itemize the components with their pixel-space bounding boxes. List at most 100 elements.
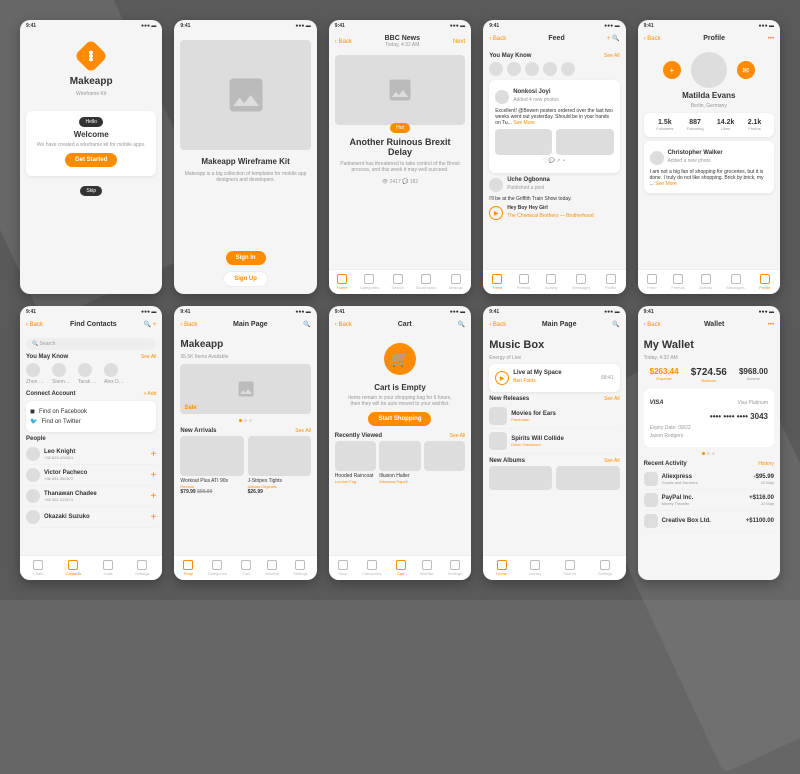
tab-bookmarks[interactable]: Bookmarks [416,274,436,290]
tab-profile[interactable]: Profile [605,274,616,290]
tab-activity[interactable]: Activity [545,274,558,290]
tab-settings[interactable]: Settings [448,560,462,576]
album-item[interactable]: Spirits Will CollideDevin Townsend [489,429,619,454]
tab-contacts[interactable]: Contacts [65,560,81,576]
tab-settings[interactable]: Settings [135,560,149,576]
screen-feed: 9:41●●● ▬ ‹ Back Feed + 🔍 You May KnowSe… [483,20,625,294]
contact-item[interactable]: Leo Knight+38 829-428501+ [26,444,156,465]
back-button[interactable]: ‹ Back [489,322,506,328]
article-source: BBC News [385,35,420,42]
tab-feed[interactable]: Feed [647,274,657,290]
next-button[interactable]: Next [453,39,465,45]
search-icon[interactable]: 🔍 [458,321,465,328]
twitter-connect[interactable]: 🐦 Find on Twitter [30,418,152,425]
see-all-link[interactable]: See All [604,396,620,402]
see-all-link[interactable]: See All [450,433,466,439]
product-card[interactable] [424,441,465,484]
tab-feed[interactable]: Feed [492,274,502,290]
tab-activity[interactable]: Activity [699,274,712,290]
add-contact-icon[interactable]: + [151,449,157,460]
see-all-link[interactable]: See All [141,354,157,360]
play-icon[interactable]: ▶ [489,206,503,220]
back-button[interactable]: ‹ Back [335,322,352,328]
tab-library[interactable]: Library [529,560,541,576]
post-text-2: I'll be at the Griffith Train Show today… [489,196,619,202]
back-button[interactable]: ‹ Back [644,322,661,328]
tab-search[interactable]: Search [563,560,576,576]
signin-button[interactable]: Sign In [226,251,266,265]
tab-categories[interactable]: Categories [362,560,381,576]
music-brand: Music Box [489,339,619,351]
product-card[interactable]: J-Stripes TightsAdidas Originals$26.99 [248,436,311,495]
transaction-item[interactable]: AliexpressGoods and Services-$95.9922 Ma… [644,469,774,490]
tab-friends[interactable]: Friends [671,274,684,290]
hero-banner[interactable]: Sale [180,364,310,414]
tab-wishlist[interactable]: Wishlist [420,560,434,576]
tab-friends[interactable]: Friends [517,274,530,290]
post-author[interactable]: Christopher Walker [668,150,723,156]
product-card[interactable]: Workout Plus ATI 90sReebok$79.99 $99.99 [180,436,243,495]
now-playing[interactable]: ▶ Live at My SpaceBen Folds 58:41 [489,364,619,392]
contact-item[interactable]: Victor Pacheco+38 831-560872+ [26,465,156,486]
tab-profile[interactable]: Profile [759,274,770,290]
search-icon[interactable]: 🔍 [303,321,310,328]
empty-desc: Items remain in your shopping bag for 6 … [343,395,457,407]
signup-button[interactable]: Sign Up [223,271,268,287]
see-more-link[interactable]: See More [655,181,677,187]
tab-shop[interactable]: Shop [338,560,348,576]
see-all-link[interactable]: See All [295,428,311,434]
post-author[interactable]: Nonkosi Joyi [513,89,559,95]
back-button[interactable]: ‹ Back [644,36,661,42]
message-button[interactable]: ✉ [737,61,755,79]
play-icon[interactable]: ▶ [495,371,509,385]
tab-home[interactable]: Home [496,560,507,576]
post-author-2[interactable]: Uche Ogbonna [507,177,550,183]
start-shopping-button[interactable]: Start Shopping [368,412,431,426]
search-add-actions[interactable]: 🔍 + [144,321,157,328]
get-started-button[interactable]: Get Started [65,153,117,167]
tab-shop[interactable]: Shop [183,560,193,576]
tab-chats[interactable]: Chats [33,560,43,576]
profile-avatar[interactable] [691,52,727,88]
tab-wishlist[interactable]: Wishlist [265,560,279,576]
tab-settings[interactable]: Settings [293,560,307,576]
history-link[interactable]: History [758,461,774,467]
search-input[interactable]: 🔍 Search [26,338,156,350]
screen-article: 9:41●●● ▬ ‹ Back BBC NewsToday, 4:32 AM … [329,20,471,294]
add-account-link[interactable]: + Add [143,391,156,397]
tab-messages[interactable]: Messages [572,274,590,290]
search-icon[interactable]: 🔍 [612,321,619,328]
tab-categories[interactable]: Categories [360,274,379,290]
tab-cart[interactable]: Cart [241,560,251,576]
see-more-link[interactable]: See More [513,120,535,126]
tab-home[interactable]: Home [337,274,348,290]
contact-item[interactable]: Okazaki Suzuko+ [26,507,156,528]
tab-search[interactable]: Search [391,274,404,290]
add-search-actions[interactable]: + 🔍 [607,35,620,42]
tab-settings[interactable]: Settings [598,560,612,576]
tab-categories[interactable]: Categories [208,560,227,576]
back-button[interactable]: ‹ Back [335,39,352,45]
back-button[interactable]: ‹ Back [180,322,197,328]
tab-settings[interactable]: Settings [449,274,463,290]
product-card[interactable]: Hooded RaincoatLondon Fog [335,441,376,484]
transaction-item[interactable]: PayPal Inc.Money Transfer+$116.0022 May [644,490,774,511]
product-card[interactable]: Illusion HalterAdrianna Papell [379,441,420,484]
see-all-link[interactable]: See All [604,53,620,59]
tab-calls[interactable]: Calls [103,560,113,576]
facebook-connect[interactable]: ◼ Find on Facebook [30,408,152,415]
back-button[interactable]: ‹ Back [489,36,506,42]
transaction-item[interactable]: Creative Box Ltd.+$1100.00 [644,511,774,532]
more-button[interactable]: ••• [768,36,774,42]
tab-messages[interactable]: Messages [727,274,745,290]
tab-cart[interactable]: Cart [396,560,406,576]
card-number: •••• •••• •••• 3043 [650,412,768,421]
album-item[interactable]: Movies for EarsParchman [489,404,619,429]
contact-item[interactable]: Thanawan Chadee+48 302-411974+ [26,486,156,507]
credit-card[interactable]: VISAVisa Platinum •••• •••• •••• 3043 Ex… [644,389,774,447]
skip-button[interactable]: Skip [80,186,102,196]
cart-icon: 🛒 [384,343,416,375]
add-button[interactable]: + [663,61,681,79]
more-button[interactable]: ••• [768,322,774,328]
back-button[interactable]: ‹ Back [26,322,43,328]
